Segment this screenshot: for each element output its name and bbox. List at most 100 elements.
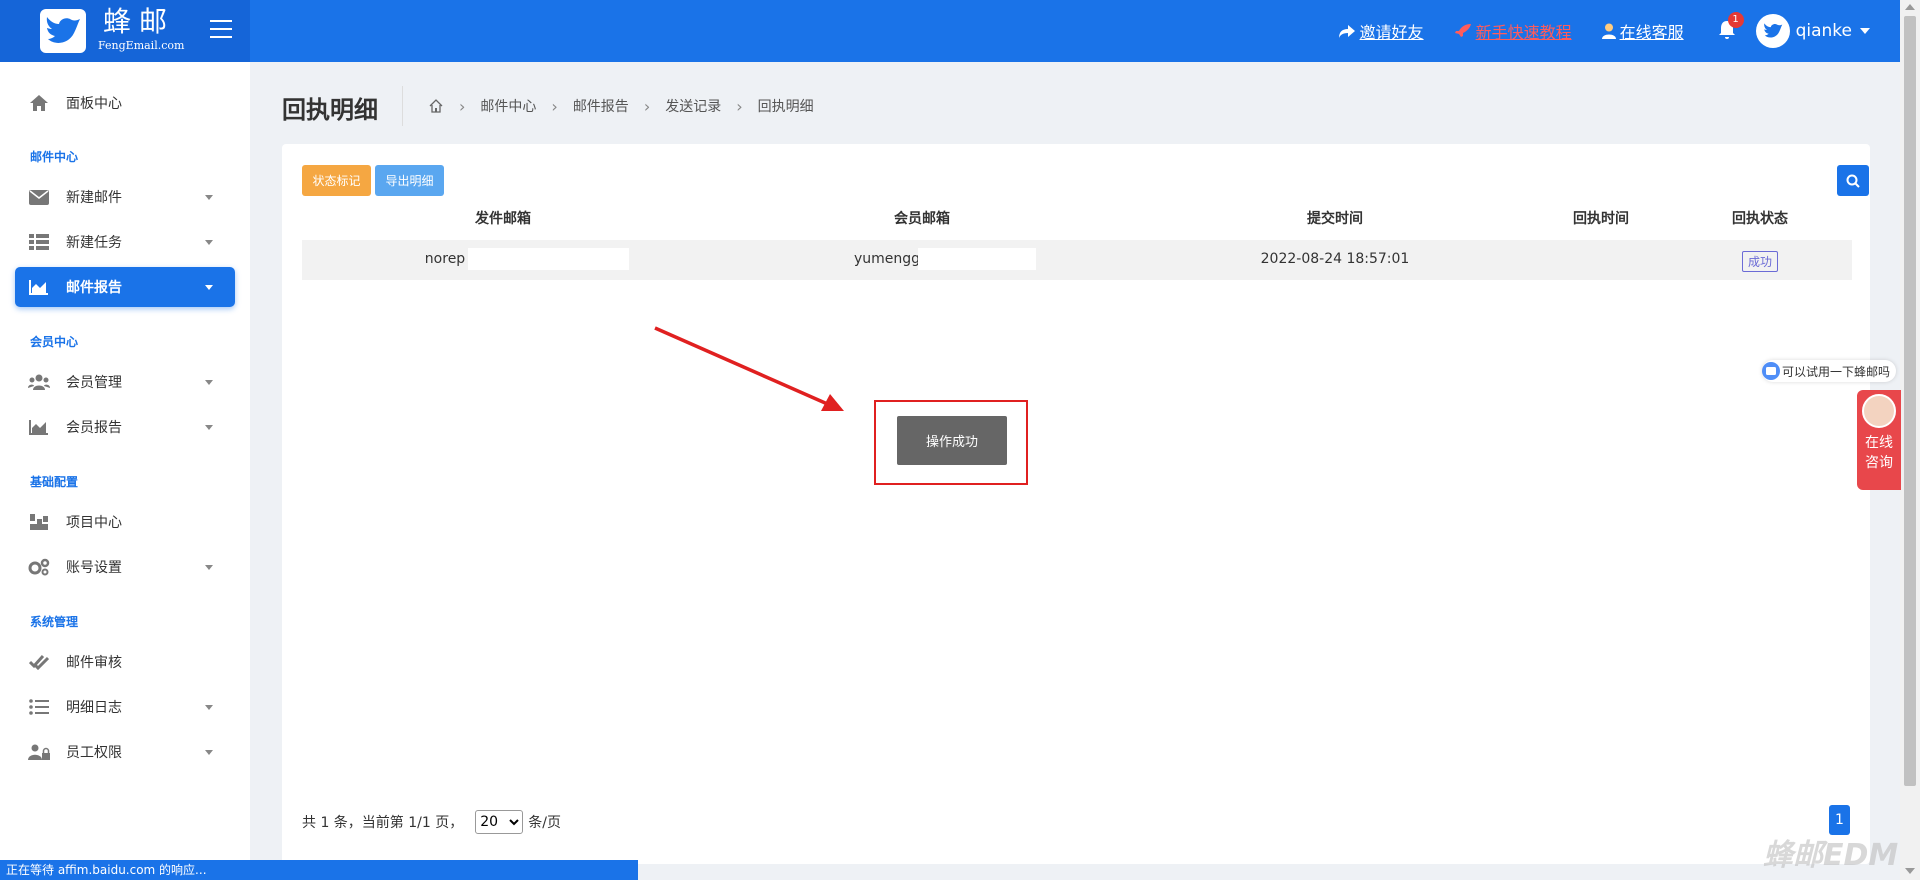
cell-submit-time: 2022-08-24 18:57:01 — [1260, 251, 1410, 267]
sidebar: 面板中心 邮件中心 新建邮件 新建任务 邮件报告 会员中心 会员管理 会员报告 … — [0, 62, 250, 880]
online-consult-widget[interactable]: 在线 咨询 — [1857, 390, 1901, 490]
table-header: 发件邮箱 会员邮箱 提交时间 回执时间 回执状态 — [302, 208, 1852, 236]
envelope-icon — [28, 188, 50, 206]
sidebar-item-new-task[interactable]: 新建任务 — [15, 222, 235, 262]
sidebar-section-mail: 邮件中心 — [30, 150, 79, 164]
share-icon — [1338, 25, 1355, 38]
username: qianke — [1795, 21, 1852, 41]
page-scrollbar[interactable] — [1900, 0, 1920, 880]
chevron-down-icon — [205, 565, 213, 570]
avatar — [1755, 14, 1790, 48]
hamburger-menu-icon[interactable] — [210, 20, 232, 38]
browser-status-bar: 正在等待 affim.baidu.com 的响应... — [0, 860, 638, 880]
logo-bird-icon[interactable] — [40, 9, 86, 53]
page-size-unit: 条/页 — [528, 815, 561, 831]
chevron-down-icon — [205, 380, 213, 385]
list-icon — [28, 233, 50, 251]
column-submit-time: 提交时间 — [1307, 211, 1363, 227]
area-chart-icon — [28, 278, 50, 296]
sidebar-section-config: 基础配置 — [30, 475, 79, 489]
status-badge: 成功 — [1741, 251, 1779, 272]
sidebar-item-detail-log[interactable]: 明细日志 — [15, 687, 235, 727]
chevron-down-icon — [205, 705, 213, 710]
invite-friends-label: 邀请好友 — [1359, 23, 1424, 42]
breadcrumb: › 邮件中心 › 邮件报告 › 发送记录 › 回执明细 — [428, 96, 814, 116]
table-row[interactable]: norep yumengg 2022-08-24 18:57:01 成功 — [302, 240, 1852, 280]
sidebar-item-member-manage[interactable]: 会员管理 — [15, 362, 235, 402]
sidebar-item-new-mail[interactable]: 新建邮件 — [15, 177, 235, 217]
redaction-mask — [918, 248, 1036, 270]
breadcrumb-current: 回执明细 — [757, 99, 814, 115]
cell-member: yumengg — [853, 251, 921, 267]
chevron-down-icon — [205, 240, 213, 245]
top-header: 蜂邮 FengEmail.com 邀请好友 新手快速教程 在线客服 1 qian… — [0, 0, 1900, 62]
page-size-select[interactable]: 20 — [475, 810, 524, 834]
tutorial-label: 新手快速教程 — [1475, 23, 1572, 42]
breadcrumb-mail-report[interactable]: 邮件报告 — [573, 96, 629, 116]
cell-sender: norep — [424, 251, 466, 267]
sidebar-item-account-settings[interactable]: 账号设置 — [15, 547, 235, 587]
sidebar-item-member-report[interactable]: 会员报告 — [15, 407, 235, 447]
notification-bell[interactable]: 1 — [1718, 12, 1744, 42]
watermark: 蜂邮EDM — [1763, 838, 1899, 873]
sidebar-item-mail-audit[interactable]: 邮件审核 — [15, 642, 235, 682]
trial-bubble-text: 可以试用一下蜂邮吗 — [1782, 364, 1891, 379]
sidebar-item-label: 会员报告 — [66, 420, 122, 436]
sidebar-item-project-center[interactable]: 项目中心 — [15, 502, 235, 542]
status-mark-button[interactable]: 状态标记 — [302, 165, 371, 196]
online-service-label: 在线客服 — [1619, 23, 1684, 42]
pagination-summary: 共 1 条，当前第 1/1 页， — [302, 815, 464, 831]
rocket-icon — [1454, 24, 1471, 37]
double-check-icon — [28, 653, 50, 671]
notification-badge: 1 — [1727, 12, 1744, 28]
trial-bubble[interactable]: 可以试用一下蜂邮吗 — [1762, 360, 1897, 382]
chevron-down-icon — [205, 285, 213, 290]
receipt-detail-card: 状态标记 导出明细 发件邮箱 会员邮箱 提交时间 回执时间 回执状态 norep… — [282, 144, 1870, 864]
sidebar-item-label: 新建任务 — [66, 235, 122, 251]
chevron-down-icon — [1860, 28, 1870, 34]
consult-label-line1: 在线 — [1865, 435, 1893, 451]
search-button[interactable] — [1837, 165, 1869, 196]
logo-name: 蜂邮 — [103, 5, 176, 38]
home-icon — [28, 94, 50, 112]
cubes-icon — [28, 513, 50, 531]
logo-subtitle: FengEmail.com — [98, 39, 185, 52]
page-title: 回执明细 — [282, 96, 378, 124]
user-menu[interactable]: qianke — [1755, 14, 1870, 48]
chat-icon — [1762, 362, 1780, 380]
sidebar-item-label: 项目中心 — [66, 515, 122, 531]
tutorial-link[interactable]: 新手快速教程 — [1454, 19, 1572, 43]
redaction-mask — [468, 248, 629, 270]
pagination: 共 1 条，当前第 1/1 页， 20 条/页 — [302, 810, 561, 834]
list-ul-icon — [28, 698, 50, 716]
invite-friends-link[interactable]: 邀请好友 — [1338, 19, 1424, 43]
home-outline-icon[interactable] — [428, 98, 444, 114]
sidebar-section-system: 系统管理 — [30, 615, 79, 629]
sidebar-item-label: 账号设置 — [66, 560, 122, 576]
column-receipt-time: 回执时间 — [1573, 211, 1629, 227]
sidebar-item-dashboard[interactable]: 面板中心 — [15, 83, 235, 123]
breadcrumb-mail-center[interactable]: 邮件中心 — [480, 96, 536, 116]
export-detail-button[interactable]: 导出明细 — [375, 165, 444, 196]
sidebar-section-member: 会员中心 — [30, 335, 79, 349]
sidebar-item-label: 员工权限 — [66, 745, 122, 761]
chevron-down-icon — [205, 750, 213, 755]
scroll-down-icon[interactable] — [1905, 868, 1915, 874]
breadcrumb-send-record[interactable]: 发送记录 — [665, 96, 721, 116]
scroll-thumb[interactable] — [1904, 16, 1916, 786]
gears-icon — [28, 558, 50, 576]
annotation-arrow — [654, 326, 844, 411]
users-icon — [28, 373, 50, 391]
sidebar-item-staff-permission[interactable]: 员工权限 — [15, 732, 235, 772]
sidebar-item-label: 新建邮件 — [66, 190, 122, 206]
scroll-up-icon[interactable] — [1905, 4, 1915, 10]
search-icon — [1846, 174, 1860, 188]
sidebar-item-mail-report[interactable]: 邮件报告 — [15, 267, 235, 307]
sidebar-item-label: 明细日志 — [66, 700, 122, 716]
agent-avatar — [1862, 394, 1896, 428]
header-nav: 邀请好友 新手快速教程 在线客服 1 qianke — [1308, 0, 1870, 62]
area-chart-icon — [28, 418, 50, 436]
title-divider — [402, 86, 403, 126]
chevron-down-icon — [205, 195, 213, 200]
online-service-link[interactable]: 在线客服 — [1601, 19, 1684, 43]
